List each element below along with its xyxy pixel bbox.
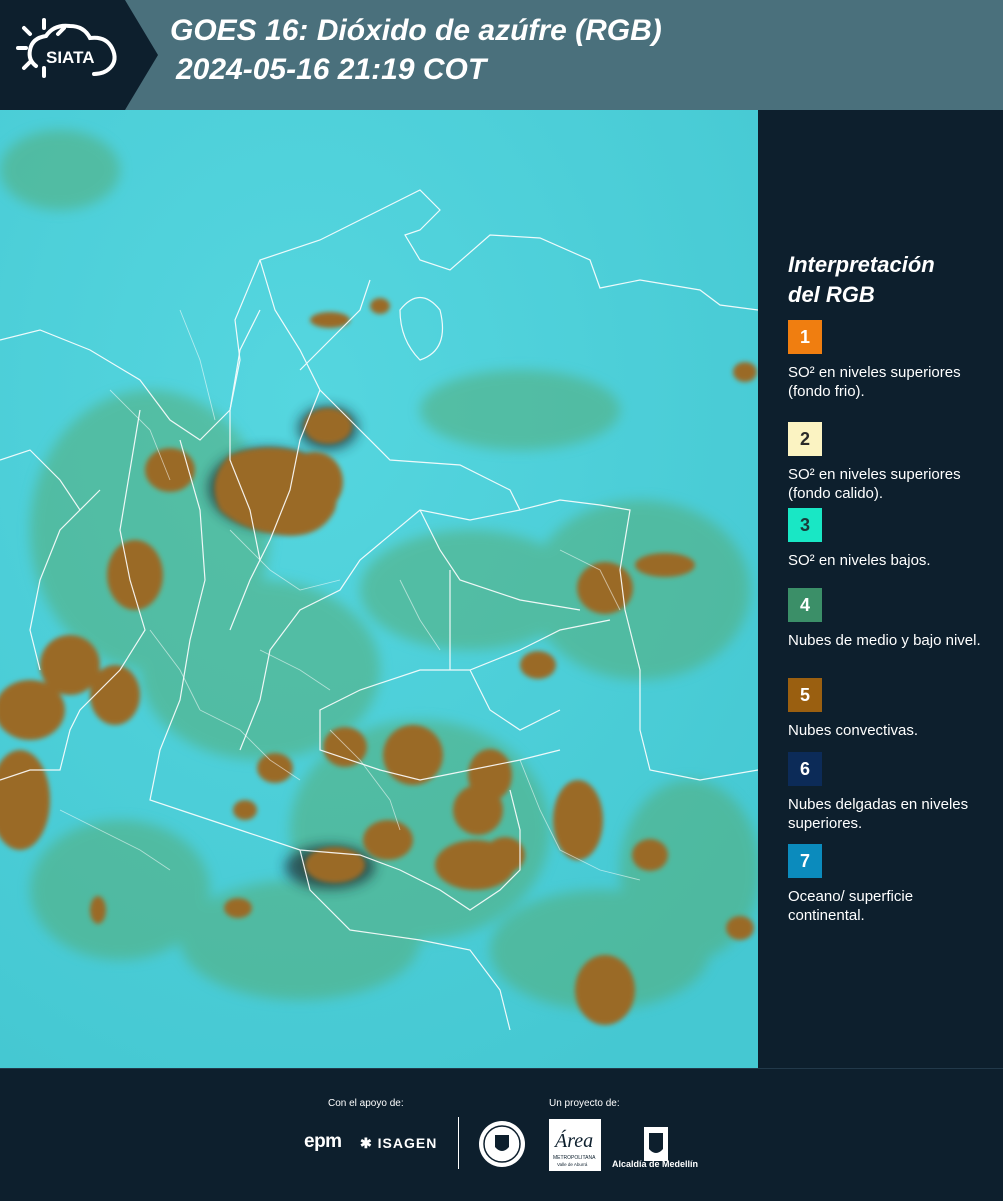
legend-item-6: 6 Nubes delgadas en niveles superiores.: [788, 752, 988, 833]
timestamp: 2024-05-16 21:19 COT: [176, 53, 487, 86]
legend-item-label: SO² en niveles superiores (fondo frio).: [788, 364, 961, 400]
legend-item-label: Oceano/ superficie continental.: [788, 888, 914, 924]
area-metropolitana-logo: Área METROPOLITANA Valle de Aburrá: [549, 1119, 601, 1171]
isagen-label: ISAGEN: [377, 1135, 438, 1151]
legend-item-label: Nubes de medio y bajo nivel.: [788, 632, 981, 649]
legend-panel: Interpretación del RGB 1 SO² en niveles s…: [760, 110, 1003, 1068]
legend-item-label: Nubes convectivas.: [788, 722, 919, 739]
svg-text:Valle de Aburrá: Valle de Aburrá: [557, 1162, 588, 1167]
footer-divider: [458, 1117, 459, 1169]
legend-title-line1: Interpretación: [788, 252, 935, 277]
alcaldia-label: Alcaldía de Medellín: [612, 1159, 699, 1169]
satellite-map: [0, 110, 758, 1068]
brand-text: SIATA: [46, 48, 94, 67]
support-label: Con el apoyo de:: [328, 1098, 404, 1109]
legend-swatch: 4: [788, 588, 822, 622]
isagen-logo: ✱ ISAGEN: [360, 1135, 438, 1151]
legend-swatch: 2: [788, 422, 822, 456]
siata-logo: SIATA: [16, 18, 117, 78]
legend-item-3: 3 SO² en niveles bajos.: [788, 508, 988, 570]
legend-swatch: 7: [788, 844, 822, 878]
svg-text:Área: Área: [553, 1129, 593, 1152]
legend-title-line2: del RGB: [788, 282, 875, 307]
page-title: GOES 16: Dióxido de azúfre (RGB): [170, 14, 662, 47]
legend-title: Interpretación del RGB: [788, 250, 988, 310]
legend-item-5: 5 Nubes convectivas.: [788, 678, 988, 740]
legend-swatch: 3: [788, 508, 822, 542]
legend-swatch: 5: [788, 678, 822, 712]
header-bar: SIATA GOES 16: Dióxido de azúfre (RGB) 2…: [0, 0, 1003, 110]
legend-item-1: 1 SO² en niveles superiores (fondo frio).: [788, 320, 988, 401]
legend-item-4: 4 Nubes de medio y bajo nivel.: [788, 588, 988, 650]
footer-bar: Con el apoyo de: Un proyecto de: epm ✱ I…: [0, 1068, 1003, 1201]
satellite-image: [0, 110, 758, 1068]
legend-swatch: 1: [788, 320, 822, 354]
project-label: Un proyecto de:: [549, 1098, 620, 1109]
legend-item-label: SO² en niveles superiores (fondo calido)…: [788, 466, 961, 502]
legend-swatch: 6: [788, 752, 822, 786]
medellin-seal-icon: [479, 1121, 525, 1167]
legend-item-label: Nubes delgadas en niveles superiores.: [788, 796, 969, 832]
svg-text:METROPOLITANA: METROPOLITANA: [553, 1155, 596, 1161]
legend-item-2: 2 SO² en niveles superiores (fondo calido…: [788, 422, 988, 503]
legend-item-7: 7 Oceano/ superficie continental.: [788, 844, 988, 925]
legend-item-label: SO² en niveles bajos.: [788, 552, 931, 569]
epm-logo: epm: [304, 1131, 342, 1152]
